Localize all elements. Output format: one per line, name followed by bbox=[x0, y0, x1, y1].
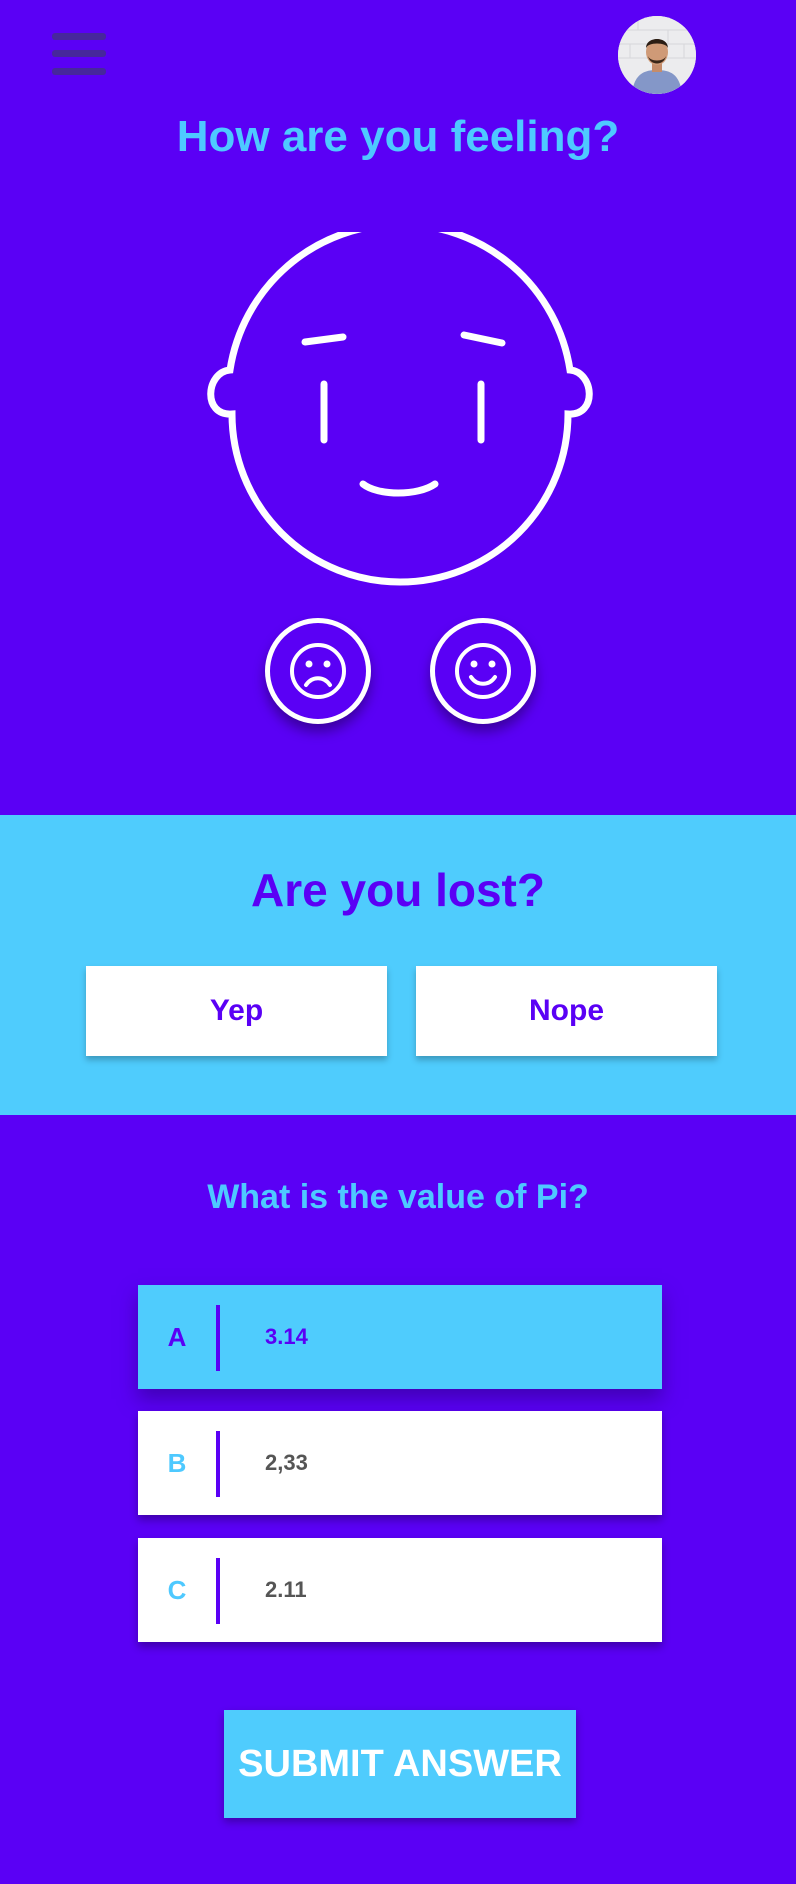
happy-face-icon bbox=[455, 643, 511, 699]
happy-face-button[interactable] bbox=[430, 618, 536, 724]
mood-question-title: How are you feeling? bbox=[176, 112, 620, 161]
yep-button[interactable]: Yep bbox=[86, 966, 387, 1056]
lost-question-title: Are you lost? bbox=[251, 864, 545, 916]
option-divider bbox=[216, 1305, 220, 1371]
menu-bar bbox=[52, 68, 106, 75]
submit-answer-button[interactable]: SUBMIT ANSWER bbox=[224, 1710, 576, 1818]
quiz-question-title: What is the value of Pi? bbox=[207, 1178, 589, 1216]
answer-option-b[interactable]: B 2,33 bbox=[138, 1411, 662, 1515]
answer-option-c[interactable]: C 2.11 bbox=[138, 1538, 662, 1642]
lost-section: Are you lost? Yep Nope bbox=[0, 815, 796, 1115]
option-letter: B bbox=[167, 1447, 187, 1478]
option-value: 2,33 bbox=[265, 1450, 308, 1475]
option-letter: A bbox=[167, 1321, 187, 1352]
option-divider bbox=[216, 1558, 220, 1624]
menu-bar bbox=[52, 33, 106, 40]
sad-face-icon bbox=[290, 643, 346, 699]
user-avatar[interactable] bbox=[618, 16, 696, 94]
nope-button[interactable]: Nope bbox=[416, 966, 717, 1056]
option-letter: C bbox=[167, 1574, 187, 1605]
menu-bar bbox=[52, 50, 106, 57]
avatar-portrait bbox=[618, 16, 696, 94]
sad-face-button[interactable] bbox=[265, 618, 371, 724]
option-divider bbox=[216, 1431, 220, 1497]
option-value: 2.11 bbox=[265, 1577, 307, 1602]
answer-option-a[interactable]: A 3.14 bbox=[138, 1285, 662, 1389]
option-value: 3.14 bbox=[265, 1324, 308, 1349]
neutral-face-illustration bbox=[207, 232, 593, 586]
hamburger-menu-icon[interactable] bbox=[52, 30, 106, 78]
